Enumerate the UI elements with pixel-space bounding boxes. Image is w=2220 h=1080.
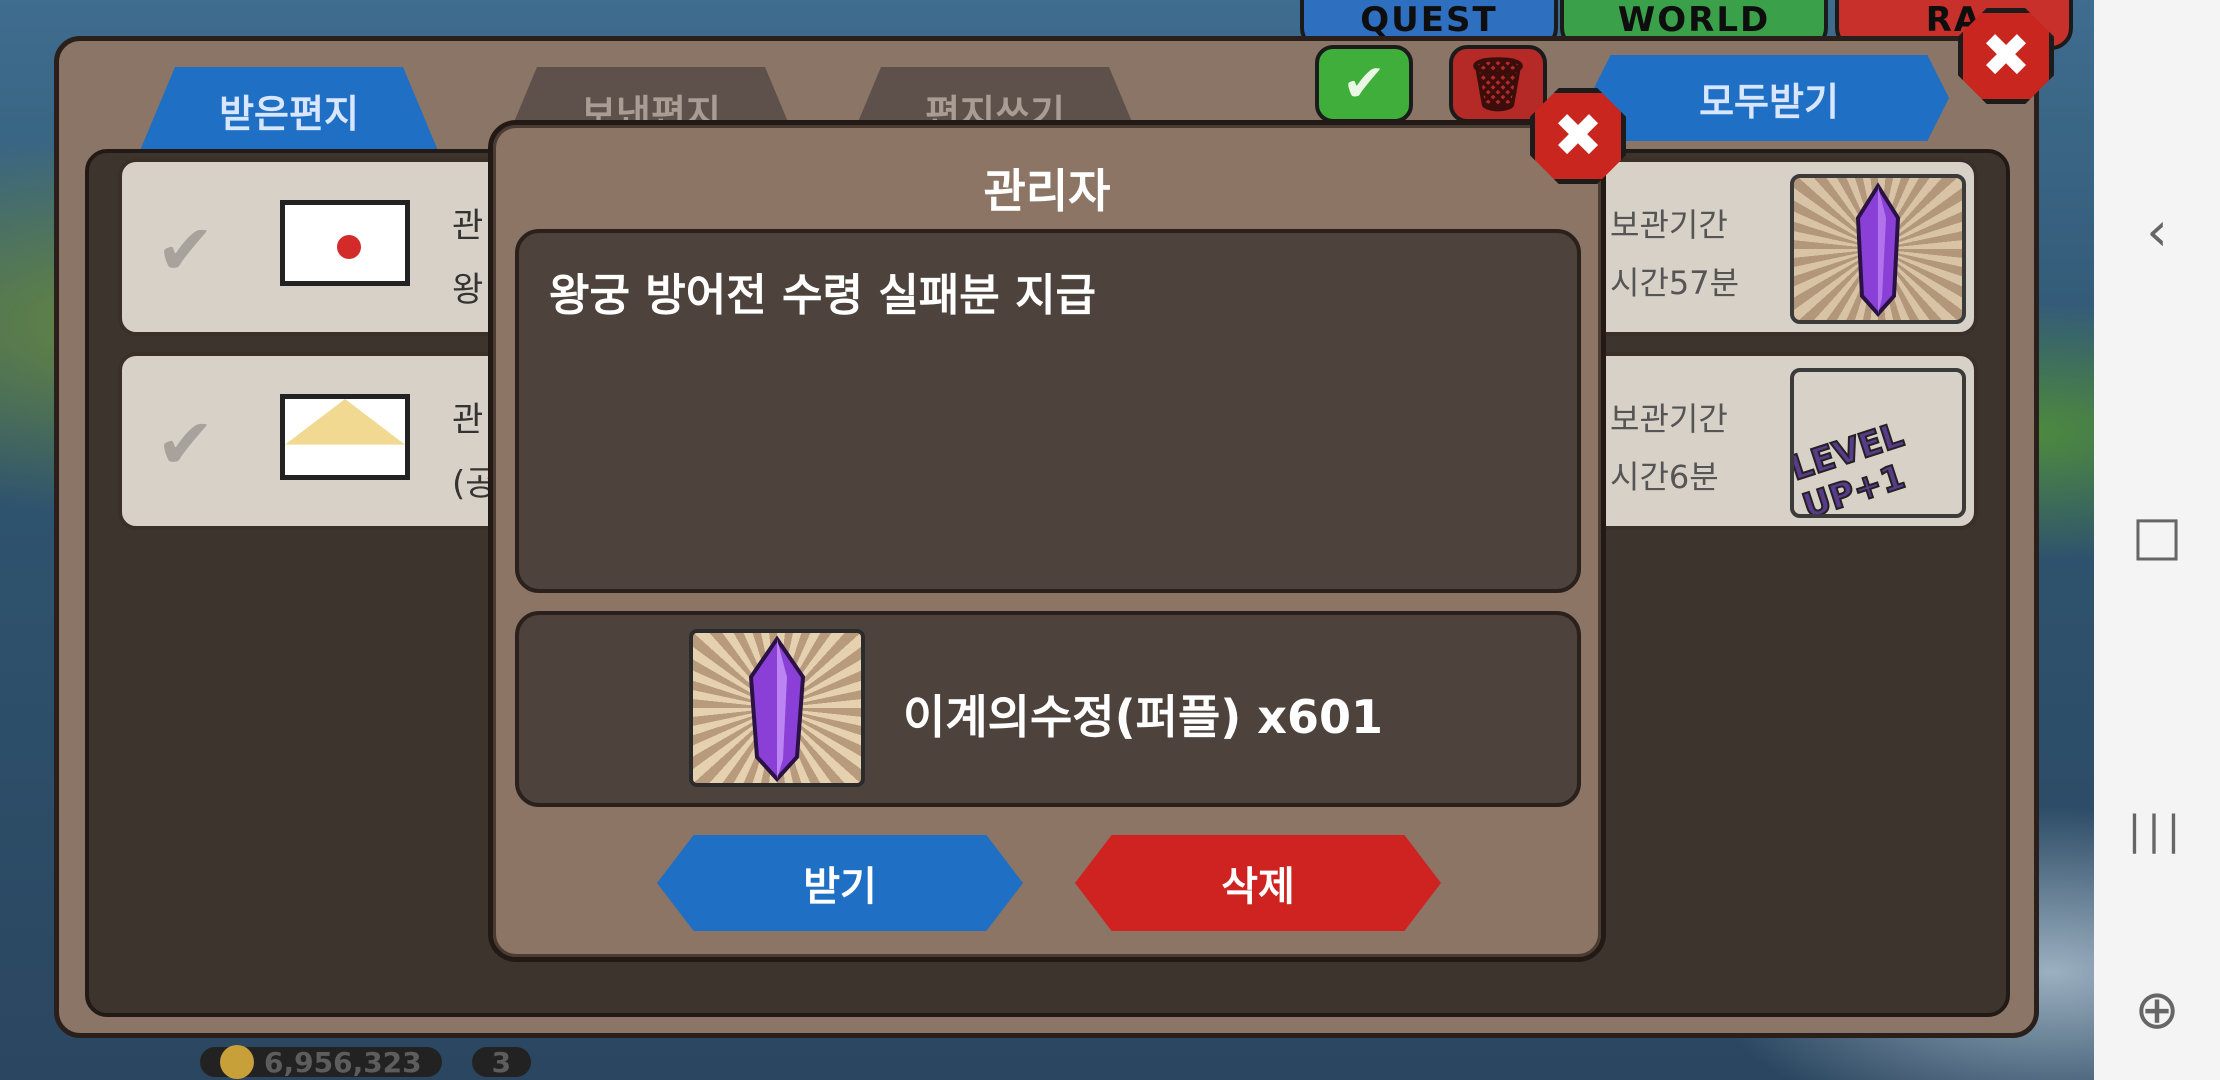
gem-amount: 3 — [491, 1045, 512, 1079]
wax-seal — [337, 235, 361, 259]
reward-box: 이계의수정(퍼플) x601 — [515, 611, 1581, 807]
home-icon[interactable]: □ — [2094, 504, 2220, 567]
gold-coin-icon — [220, 1045, 254, 1079]
message-text: 왕궁 방어전 수령 실패분 지급 — [549, 270, 1097, 321]
time-left: 시간57분 — [1610, 264, 1740, 302]
recents-icon[interactable]: ||| — [2094, 808, 2220, 854]
purple-crystal-icon — [689, 629, 865, 787]
trash-icon[interactable]: 🗑 — [1449, 45, 1547, 123]
check-all-icon[interactable]: ✔ — [1315, 45, 1413, 123]
gold-amount: 6,956,323 — [264, 1045, 422, 1079]
envelope-flap — [285, 399, 405, 445]
message-box: 왕궁 방어전 수령 실패분 지급 — [515, 229, 1581, 593]
sealed-envelope-icon — [280, 200, 410, 286]
purple-crystal-icon — [1790, 174, 1966, 324]
retention-label: 보관기간 — [1610, 206, 1728, 244]
level-up-icon: LEVEL UP+1 — [1790, 368, 1966, 518]
mail-subject: 왕 — [452, 270, 484, 310]
close-dialog-icon[interactable]: ✖ — [1530, 88, 1626, 184]
open-envelope-icon — [280, 394, 410, 480]
receive-all-button[interactable]: 모두받기 — [1589, 55, 1949, 141]
game-tools-icon[interactable]: ⊕ — [2094, 978, 2220, 1041]
gem-counter: 3 — [471, 1045, 532, 1079]
close-mailbox-icon[interactable]: ✖ — [1958, 8, 2054, 104]
back-icon[interactable]: ‹ — [2094, 200, 2220, 263]
delete-button[interactable]: 삭제 — [1075, 835, 1441, 931]
checkmark-icon[interactable]: ✔ — [156, 409, 242, 479]
mail-sender: 관 — [452, 206, 484, 246]
mail-detail-dialog: 관리자 왕궁 방어전 수령 실패분 지급 이계의수정(퍼플) x601 받기 삭… — [488, 120, 1606, 962]
currency-bar: 6,956,323 3 — [200, 1044, 532, 1080]
tab-received-mail[interactable]: 받은편지 — [139, 67, 439, 153]
gold-counter: 6,956,323 — [200, 1045, 442, 1079]
time-left: 시간6분 — [1610, 458, 1719, 496]
level-up-badge: LEVEL UP+1 — [1790, 414, 1911, 518]
reward-name: 이계의수정(퍼플) x601 — [903, 690, 1383, 744]
android-navigation-bar: ‹ □ ||| ⊕ — [2094, 0, 2220, 1080]
checkmark-icon[interactable]: ✔ — [156, 215, 242, 285]
receive-button[interactable]: 받기 — [657, 835, 1023, 931]
mail-sender: 관 — [452, 400, 484, 440]
retention-label: 보관기간 — [1610, 400, 1728, 438]
dialog-title: 관리자 — [983, 164, 1111, 218]
